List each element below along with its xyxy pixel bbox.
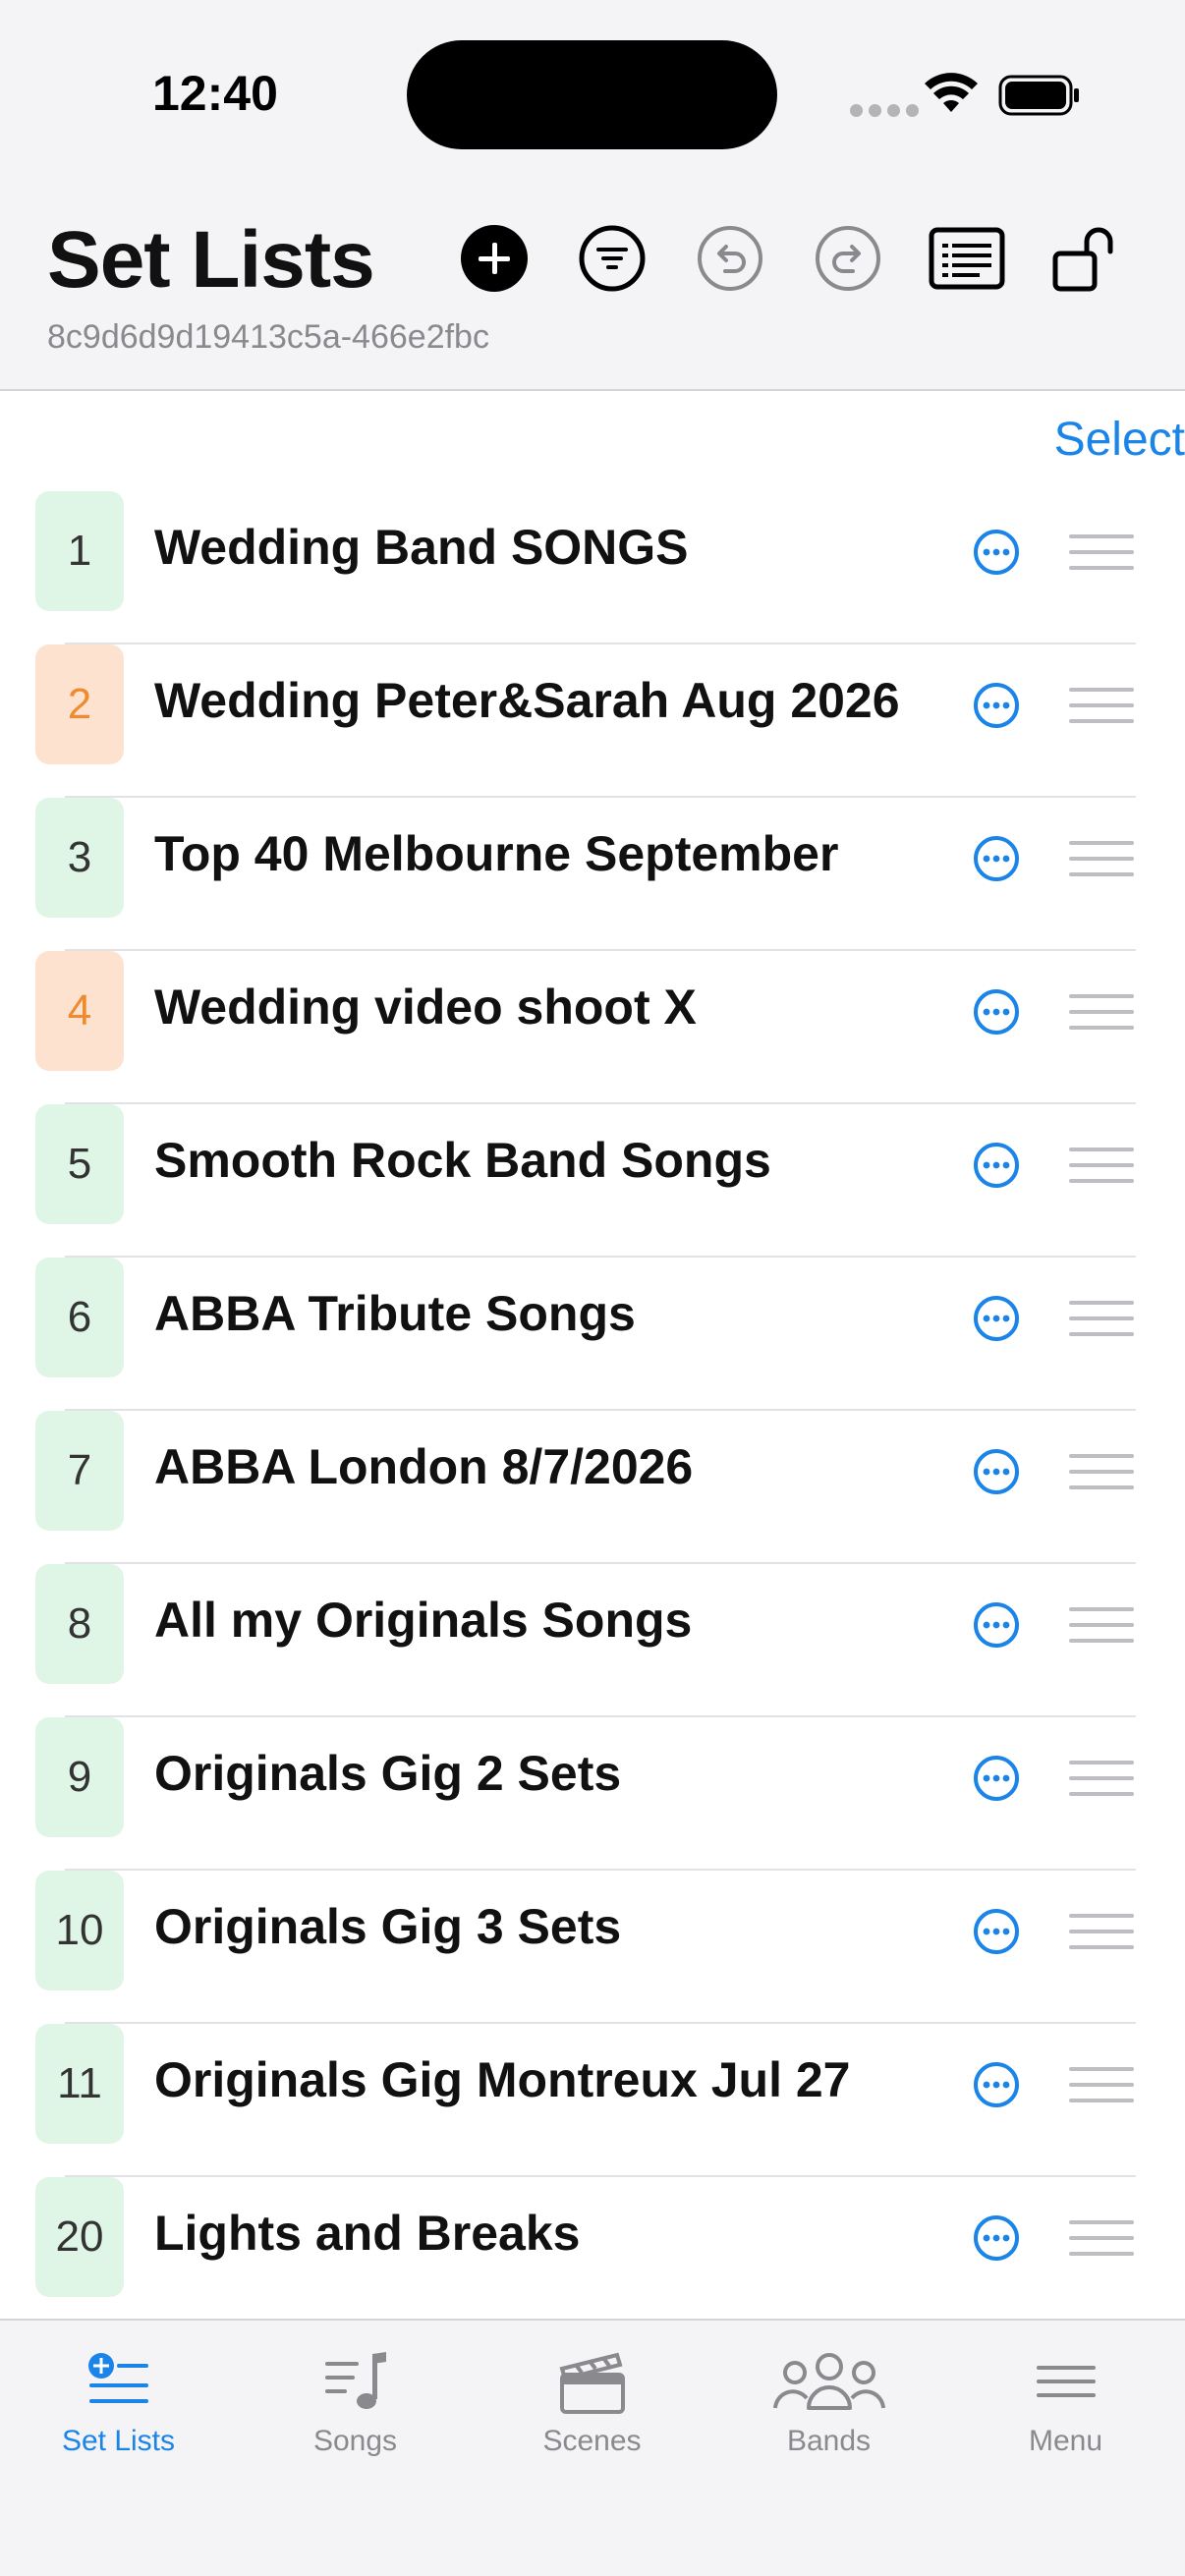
setlist-number-badge: 11	[35, 2024, 124, 2144]
setlist-title: ABBA London 8/7/2026	[154, 1439, 694, 1494]
setlist-list: 1 Wedding Band SONGS 2 Wedding Peter&Sar…	[0, 491, 1185, 2330]
tab-label: Songs	[312, 2425, 398, 2457]
lock-toggle-button[interactable]	[1047, 222, 1120, 295]
redo-icon	[816, 226, 880, 291]
page-title: Set Lists	[47, 215, 375, 305]
setlist-row[interactable]: 8 All my Originals Songs	[0, 1564, 1185, 1717]
setlist-title: ABBA Tribute Songs	[154, 1286, 636, 1341]
tab-label: Bands	[786, 2425, 872, 2457]
setlist-number-badge: 8	[35, 1564, 124, 1684]
header: Set Lists 8c9d6d9d19413c5a-466e2fbc	[0, 196, 1185, 391]
session-id: 8c9d6d9d19413c5a-466e2fbc	[47, 318, 489, 356]
unlock-icon	[1052, 227, 1113, 292]
add-setlist-button[interactable]	[458, 222, 531, 295]
setlist-row[interactable]: 1 Wedding Band SONGS	[0, 491, 1185, 644]
list-view-icon	[929, 227, 1005, 290]
filter-button[interactable]	[576, 222, 649, 295]
more-options-icon[interactable]	[973, 529, 1020, 576]
tab-label: Scenes	[542, 2425, 642, 2457]
filter-icon	[579, 225, 646, 292]
setlist-number-badge: 1	[35, 491, 124, 611]
setlist-title: Originals Gig 2 Sets	[154, 1746, 622, 1801]
more-options-icon[interactable]	[973, 2061, 1020, 2108]
more-options-icon[interactable]	[973, 1448, 1020, 1495]
setlist-number-badge: 5	[35, 1104, 124, 1224]
more-options-icon[interactable]	[973, 2214, 1020, 2262]
people-icon	[772, 2353, 885, 2410]
setlist-title: Wedding Band SONGS	[154, 520, 689, 575]
more-options-icon[interactable]	[973, 682, 1020, 729]
setlist-title: Lights and Breaks	[154, 2206, 581, 2261]
clapperboard-icon	[558, 2352, 625, 2414]
setlist-title: Top 40 Melbourne September	[154, 826, 839, 881]
tab-label: Menu	[1028, 2425, 1103, 2457]
tab-bands[interactable]: Bands	[710, 2321, 947, 2497]
setlist-title: Smooth Rock Band Songs	[154, 1133, 771, 1188]
redo-button[interactable]	[812, 222, 884, 295]
setlist-number-badge: 6	[35, 1258, 124, 1377]
setlist-number-badge: 10	[35, 1871, 124, 1990]
setlist-title: Wedding Peter&Sarah Aug 2026	[154, 673, 900, 728]
more-options-icon[interactable]	[973, 1908, 1020, 1955]
setlist-row[interactable]: 20 Lights and Breaks	[0, 2177, 1185, 2330]
drag-handle-icon[interactable]	[1069, 994, 1134, 1030]
more-options-icon[interactable]	[973, 835, 1020, 882]
drag-handle-icon[interactable]	[1069, 1454, 1134, 1489]
setlist-add-icon	[87, 2353, 148, 2403]
tab-set-lists[interactable]: Set Lists	[0, 2321, 237, 2497]
more-options-icon[interactable]	[973, 1601, 1020, 1649]
setlist-row[interactable]: 11 Originals Gig Montreux Jul 27	[0, 2024, 1185, 2177]
setlist-row[interactable]: 6 ABBA Tribute Songs	[0, 1258, 1185, 1411]
setlist-row[interactable]: 5 Smooth Rock Band Songs	[0, 1104, 1185, 1258]
cellular-signal-icon	[850, 104, 919, 117]
drag-handle-icon[interactable]	[1069, 2067, 1134, 2102]
undo-icon	[698, 226, 762, 291]
drag-handle-icon[interactable]	[1069, 841, 1134, 876]
wifi-icon	[925, 73, 978, 112]
drag-handle-icon[interactable]	[1069, 534, 1134, 570]
drag-handle-icon[interactable]	[1069, 1761, 1134, 1796]
setlist-row[interactable]: 2 Wedding Peter&Sarah Aug 2026	[0, 644, 1185, 798]
add-icon	[461, 225, 528, 292]
dynamic-island	[407, 40, 777, 149]
setlist-number-badge: 2	[35, 644, 124, 764]
more-options-icon[interactable]	[973, 1295, 1020, 1342]
tab-bar: Set Lists Songs Scenes Bands Menu	[0, 2319, 1185, 2576]
setlist-title: Wedding video shoot X	[154, 980, 697, 1035]
setlist-number-badge: 9	[35, 1717, 124, 1837]
drag-handle-icon[interactable]	[1069, 1301, 1134, 1336]
tab-label: Set Lists	[61, 2425, 176, 2457]
status-time: 12:40	[152, 66, 278, 121]
setlist-title: Originals Gig Montreux Jul 27	[154, 2052, 851, 2107]
more-options-icon[interactable]	[973, 988, 1020, 1036]
setlist-number-badge: 20	[35, 2177, 124, 2297]
setlist-row[interactable]: 4 Wedding video shoot X	[0, 951, 1185, 1104]
drag-handle-icon[interactable]	[1069, 688, 1134, 723]
setlist-row[interactable]: 3 Top 40 Melbourne September	[0, 798, 1185, 951]
drag-handle-icon[interactable]	[1069, 1607, 1134, 1643]
undo-button[interactable]	[694, 222, 766, 295]
drag-handle-icon[interactable]	[1069, 2220, 1134, 2256]
more-options-icon[interactable]	[973, 1142, 1020, 1189]
setlist-title: Originals Gig 3 Sets	[154, 1899, 622, 1954]
setlist-row[interactable]: 7 ABBA London 8/7/2026	[0, 1411, 1185, 1564]
setlist-number-badge: 4	[35, 951, 124, 1071]
setlist-title: All my Originals Songs	[154, 1593, 693, 1648]
setlist-row[interactable]: 10 Originals Gig 3 Sets	[0, 1871, 1185, 2024]
hamburger-icon	[1036, 2366, 1096, 2397]
drag-handle-icon[interactable]	[1069, 1148, 1134, 1183]
setlist-number-badge: 3	[35, 798, 124, 918]
setlist-number-badge: 7	[35, 1411, 124, 1531]
status-bar: 12:40	[0, 0, 1185, 196]
drag-handle-icon[interactable]	[1069, 1914, 1134, 1949]
select-button[interactable]: Select	[1054, 413, 1185, 467]
tab-menu[interactable]: Menu	[947, 2321, 1184, 2497]
more-options-icon[interactable]	[973, 1755, 1020, 1802]
battery-icon	[998, 75, 1079, 116]
list-view-button[interactable]	[926, 222, 1008, 295]
setlist-row[interactable]: 9 Originals Gig 2 Sets	[0, 1717, 1185, 1871]
music-list-icon	[324, 2352, 386, 2409]
tab-songs[interactable]: Songs	[237, 2321, 474, 2497]
tab-scenes[interactable]: Scenes	[474, 2321, 710, 2497]
